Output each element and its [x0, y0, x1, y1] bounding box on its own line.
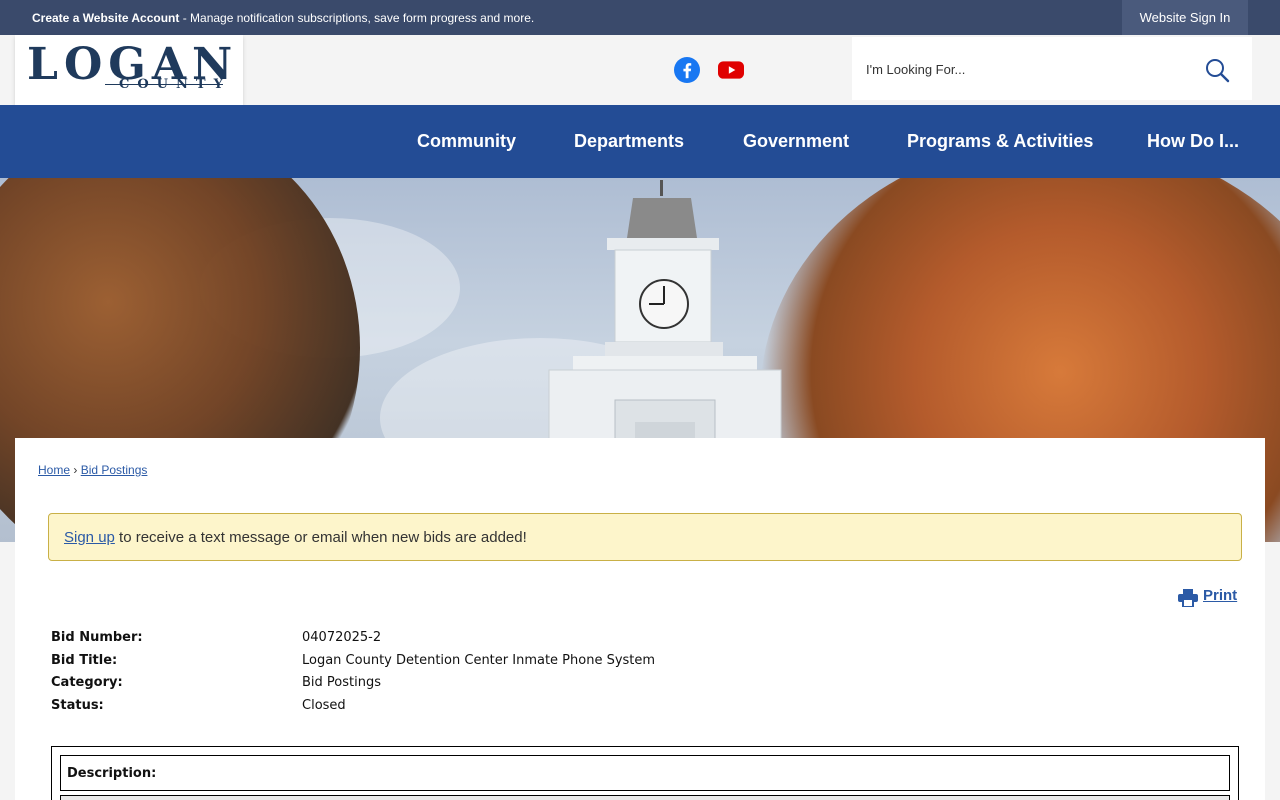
main-navigation: Community Departments Government Program…: [0, 105, 1280, 178]
facebook-icon[interactable]: [674, 57, 700, 83]
signup-alert: Sign up to receive a text message or ema…: [48, 513, 1242, 561]
signup-alert-message: to receive a text message or email when …: [114, 529, 527, 546]
search-box: [852, 37, 1252, 100]
nav-item-community[interactable]: Community: [417, 105, 516, 178]
description-body: [60, 795, 1230, 800]
bid-title-label: Bid Title:: [51, 653, 118, 668]
bid-category-value: Bid Postings: [302, 675, 381, 690]
bid-category-row: Category: Bid Postings: [51, 675, 751, 693]
website-sign-in-button[interactable]: Website Sign In: [1122, 0, 1248, 35]
breadcrumb-separator: ›: [73, 463, 78, 477]
logo-subword: COUNTY: [119, 77, 231, 92]
bid-title-row: Bid Title: Logan County Detention Center…: [51, 653, 751, 671]
description-label: Description:: [67, 766, 157, 781]
nav-item-programs-activities[interactable]: Programs & Activities: [907, 105, 1093, 178]
bid-status-label: Status:: [51, 698, 104, 713]
signup-alert-text: Sign up to receive a text message or ema…: [64, 529, 527, 546]
create-account-banner: Create a Website Account - Manage notifi…: [32, 11, 534, 25]
nav-item-government[interactable]: Government: [743, 105, 849, 178]
search-icon[interactable]: [1204, 57, 1230, 83]
logan-county-logo[interactable]: LOGAN COUNTY: [15, 35, 243, 105]
nav-item-departments[interactable]: Departments: [574, 105, 684, 178]
site-header: LOGAN COUNTY: [0, 35, 1280, 105]
bid-category-label: Category:: [51, 675, 123, 690]
print-label: Print: [1203, 587, 1238, 604]
bid-number-value: 04072025-2: [302, 630, 382, 645]
youtube-icon[interactable]: [718, 57, 744, 83]
create-account-link[interactable]: Create a Website Account: [32, 11, 179, 25]
breadcrumb: Home › Bid Postings: [38, 463, 147, 477]
breadcrumb-home-link[interactable]: Home: [38, 463, 70, 477]
printer-icon: [1178, 589, 1198, 607]
search-input[interactable]: [866, 57, 1186, 81]
bid-number-row: Bid Number: 04072025-2: [51, 630, 751, 648]
bid-title-value: Logan County Detention Center Inmate Pho…: [302, 653, 656, 668]
breadcrumb-bid-postings-link[interactable]: Bid Postings: [81, 463, 148, 477]
bid-status-value: Closed: [302, 698, 346, 713]
content-card: Home › Bid Postings Sign up to receive a…: [15, 438, 1265, 800]
description-table: Description:: [51, 746, 1239, 800]
bid-number-label: Bid Number:: [51, 630, 143, 645]
bid-status-row: Status: Closed: [51, 698, 751, 716]
description-header: Description:: [60, 755, 1230, 791]
nav-item-how-do-i[interactable]: How Do I...: [1147, 105, 1239, 178]
top-bar: Create a Website Account - Manage notifi…: [0, 0, 1280, 35]
sign-up-link[interactable]: Sign up: [64, 529, 115, 546]
create-account-description: - Manage notification subscriptions, sav…: [179, 11, 535, 25]
